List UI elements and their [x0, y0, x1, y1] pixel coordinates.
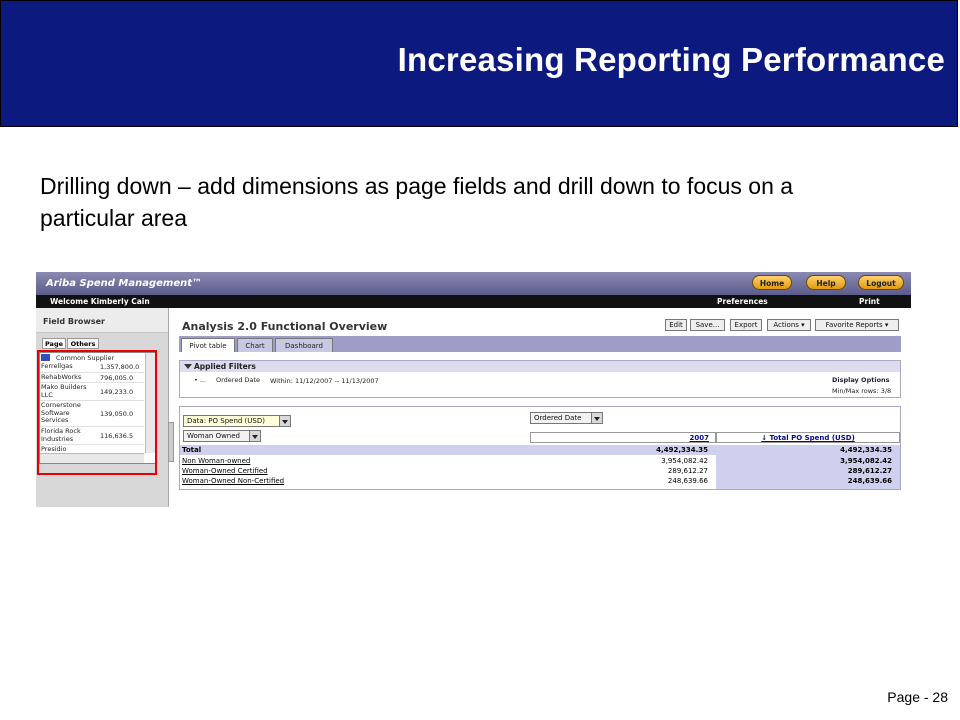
dropdown-arrow-icon	[249, 431, 260, 441]
total-column-header[interactable]: ↓ Total PO Spend (USD)	[716, 432, 900, 443]
filter-bullet: • ...	[194, 376, 207, 384]
min-max-rows: Min/Max rows: 3/8	[832, 387, 892, 395]
favorite-reports-button[interactable]: Favorite Reports ▾	[815, 319, 899, 331]
app-subheader: Welcome Kimberly Cain Preferences Print	[36, 295, 911, 308]
analysis-panel: Analysis 2.0 Functional Overview Edit Sa…	[179, 308, 911, 507]
collapse-handle[interactable]	[168, 422, 174, 462]
page-number: Page - 28	[887, 689, 948, 705]
home-button[interactable]: Home	[752, 275, 792, 290]
display-options-link[interactable]: Display Options	[832, 376, 890, 384]
tab-others[interactable]: Others	[67, 338, 99, 349]
tab-pivot-table[interactable]: Pivot table	[181, 338, 235, 352]
preferences-link[interactable]: Preferences	[717, 297, 768, 306]
export-button[interactable]: Export	[730, 319, 762, 331]
row-link[interactable]: Non Woman-owned	[182, 457, 250, 465]
lead-text: Drilling down – add dimensions as page f…	[40, 173, 794, 231]
tab-chart[interactable]: Chart	[237, 338, 273, 352]
applied-filters-header[interactable]: Applied Filters	[180, 361, 900, 372]
tab-dashboard[interactable]: Dashboard	[275, 338, 333, 352]
table-row-total: Total 4,492,334.35 4,492,334.35	[180, 445, 900, 455]
chevron-down-icon: ▾	[884, 321, 889, 329]
table-row: Non Woman-owned 3,954,082.42 3,954,082.4…	[182, 457, 892, 465]
app-screenshot: Ariba Spend Management™ Home Help Logout…	[36, 272, 911, 507]
chevron-down-icon: ▾	[801, 321, 805, 329]
title-bar: Increasing Reporting Performance	[0, 0, 958, 127]
column-header-2007[interactable]: 2007	[530, 432, 716, 443]
row-link[interactable]: Woman-Owned Non-Certified	[182, 477, 284, 485]
help-button[interactable]: Help	[806, 275, 846, 290]
tab-strip: Pivot table Chart Dashboard	[179, 336, 901, 352]
dropdown-arrow-icon	[279, 416, 290, 426]
row-link[interactable]: Woman-Owned Certified	[182, 467, 268, 475]
collapse-triangle-icon	[184, 364, 192, 369]
logout-button[interactable]: Logout	[858, 275, 904, 290]
filter-value: Within: 11/12/2007 -- 11/13/2007	[270, 377, 379, 385]
field-browser-header: Field Browser	[36, 308, 168, 333]
slide-title: Increasing Reporting Performance	[397, 41, 945, 78]
table-row: Woman-Owned Certified 289,612.27 289,612…	[182, 467, 892, 475]
row-field-select[interactable]: Woman Owned	[183, 430, 261, 442]
brand-logo: Ariba Spend Management™	[46, 278, 202, 289]
save-button[interactable]: Save...	[690, 319, 725, 331]
field-browser-pane: Field Browser Page Others Common Supplie…	[36, 308, 169, 507]
app-header: Ariba Spend Management™ Home Help Logout	[36, 272, 911, 295]
filter-name: Ordered Date	[216, 376, 261, 384]
highlight-box	[37, 350, 157, 475]
page-title: Analysis 2.0 Functional Overview	[182, 320, 388, 333]
pivot-table-panel: Data: PO Spend (USD) Ordered Date Woman …	[179, 406, 901, 490]
edit-button[interactable]: Edit	[665, 319, 687, 331]
dropdown-arrow-icon	[591, 413, 602, 423]
tab-page[interactable]: Page	[42, 338, 66, 349]
column-field-select[interactable]: Ordered Date	[530, 412, 603, 424]
welcome-text: Welcome Kimberly Cain	[50, 297, 150, 306]
table-row: Woman-Owned Non-Certified 248,639.66 248…	[182, 477, 892, 485]
print-link[interactable]: Print	[859, 297, 880, 306]
field-browser-title: Field Browser	[43, 317, 105, 326]
applied-filters-panel: Applied Filters • ... Ordered Date Withi…	[179, 360, 901, 398]
actions-button[interactable]: Actions ▾	[767, 319, 811, 331]
measure-select[interactable]: Data: PO Spend (USD)	[183, 415, 291, 427]
